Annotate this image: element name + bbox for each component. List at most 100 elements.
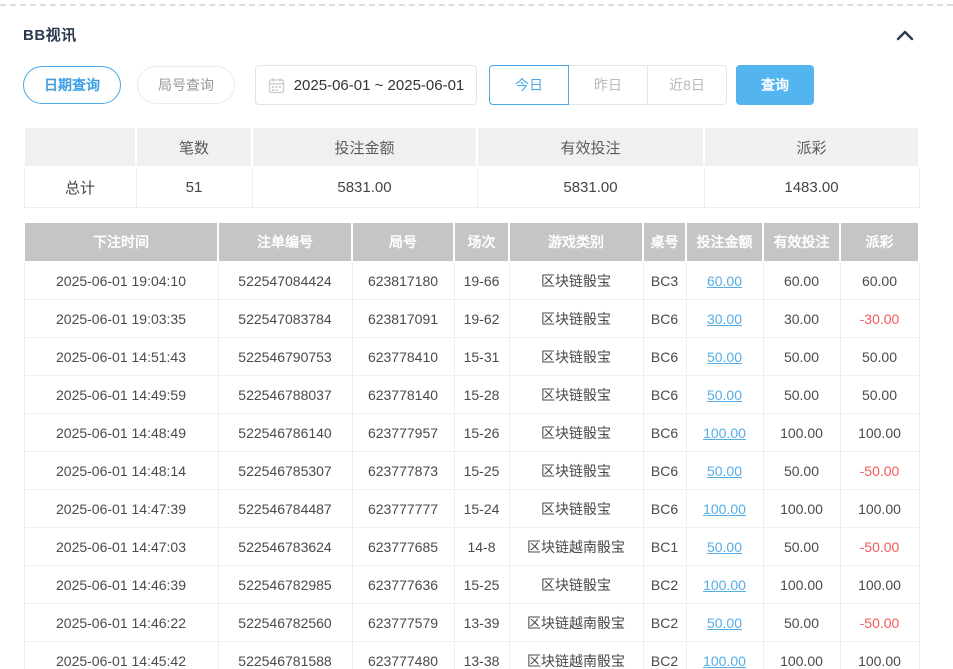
bet-amount-link[interactable]: 60.00 — [707, 273, 742, 289]
summary-header-payout: 派彩 — [704, 127, 919, 167]
bet-amount-cell[interactable]: 60.00 — [686, 262, 763, 300]
session-cell: 19-62 — [454, 300, 509, 338]
valid-bet-cell: 30.00 — [763, 300, 840, 338]
round-id-cell: 623777636 — [352, 566, 454, 604]
col-bet-amount: 投注金额 — [686, 222, 763, 262]
round-query-tab[interactable]: 局号查询 — [137, 66, 235, 104]
bet-amount-cell[interactable]: 50.00 — [686, 338, 763, 376]
table-row: 2025-06-01 14:45:42522546781588623777480… — [24, 642, 919, 669]
valid-bet-cell: 100.00 — [763, 490, 840, 528]
table-row: 2025-06-01 19:03:35522547083784623817091… — [24, 300, 919, 338]
bet-id-cell: 522546786140 — [218, 414, 352, 452]
session-cell: 13-39 — [454, 604, 509, 642]
table-row: 2025-06-01 14:46:22522546782560623777579… — [24, 604, 919, 642]
bet-time-cell: 2025-06-01 14:48:14 — [24, 452, 218, 490]
records-table: 下注时间 注单编号 局号 场次 游戏类别 桌号 投注金额 有效投注 派彩 202… — [23, 221, 920, 669]
bet-amount-cell[interactable]: 100.00 — [686, 566, 763, 604]
date-query-tab[interactable]: 日期查询 — [23, 66, 121, 104]
valid-bet-cell: 100.00 — [763, 566, 840, 604]
bet-time-cell: 2025-06-01 19:04:10 — [24, 262, 218, 300]
game-type-cell: 区块链骰宝 — [509, 490, 643, 528]
game-type-cell: 区块链骰宝 — [509, 414, 643, 452]
game-type-cell: 区块链骰宝 — [509, 376, 643, 414]
quick-range-yesterday[interactable]: 昨日 — [568, 65, 648, 105]
bet-amount-link[interactable]: 50.00 — [707, 539, 742, 555]
session-cell: 15-31 — [454, 338, 509, 376]
valid-bet-cell: 50.00 — [763, 376, 840, 414]
search-button[interactable]: 查询 — [736, 65, 814, 105]
bet-id-cell: 522546781588 — [218, 642, 352, 669]
bet-id-cell: 522546782985 — [218, 566, 352, 604]
payout-cell: 60.00 — [840, 262, 919, 300]
bet-amount-cell[interactable]: 30.00 — [686, 300, 763, 338]
game-type-cell: 区块链越南骰宝 — [509, 642, 643, 669]
calendar-icon — [268, 77, 285, 94]
bet-amount-link[interactable]: 100.00 — [703, 425, 746, 441]
table-no-cell: BC2 — [643, 566, 686, 604]
table-no-cell: BC6 — [643, 452, 686, 490]
bet-amount-cell[interactable]: 100.00 — [686, 642, 763, 669]
bet-amount-link[interactable]: 100.00 — [703, 577, 746, 593]
payout-cell: 100.00 — [840, 414, 919, 452]
valid-bet-cell: 50.00 — [763, 604, 840, 642]
bet-amount-link[interactable]: 50.00 — [707, 349, 742, 365]
col-payout: 派彩 — [840, 222, 919, 262]
bet-amount-cell[interactable]: 100.00 — [686, 490, 763, 528]
date-range-input[interactable]: 2025-06-01 ~ 2025-06-01 — [255, 65, 477, 105]
bet-amount-link[interactable]: 100.00 — [703, 653, 746, 669]
game-type-cell: 区块链越南骰宝 — [509, 604, 643, 642]
bet-id-cell: 522546783624 — [218, 528, 352, 566]
chevron-up-icon — [895, 28, 915, 42]
collapse-panel-button[interactable] — [892, 25, 918, 45]
round-id-cell: 623817091 — [352, 300, 454, 338]
session-cell: 15-24 — [454, 490, 509, 528]
table-row: 2025-06-01 14:46:39522546782985623777636… — [24, 566, 919, 604]
bet-time-cell: 2025-06-01 14:46:39 — [24, 566, 218, 604]
game-type-cell: 区块链骰宝 — [509, 338, 643, 376]
summary-bet-amount-value: 5831.00 — [252, 167, 477, 207]
bet-amount-cell[interactable]: 50.00 — [686, 376, 763, 414]
bet-time-cell: 2025-06-01 14:46:22 — [24, 604, 218, 642]
payout-cell: 100.00 — [840, 490, 919, 528]
valid-bet-cell: 100.00 — [763, 642, 840, 669]
table-row: 2025-06-01 14:47:39522546784487623777777… — [24, 490, 919, 528]
round-id-cell: 623777480 — [352, 642, 454, 669]
bet-amount-cell[interactable]: 50.00 — [686, 528, 763, 566]
bet-amount-cell[interactable]: 100.00 — [686, 414, 763, 452]
bet-amount-cell[interactable]: 50.00 — [686, 452, 763, 490]
bet-amount-link[interactable]: 30.00 — [707, 311, 742, 327]
bet-amount-link[interactable]: 100.00 — [703, 501, 746, 517]
bet-time-cell: 2025-06-01 19:03:35 — [24, 300, 218, 338]
session-cell: 15-25 — [454, 452, 509, 490]
valid-bet-cell: 50.00 — [763, 452, 840, 490]
bet-amount-cell[interactable]: 50.00 — [686, 604, 763, 642]
col-session: 场次 — [454, 222, 509, 262]
game-type-cell: 区块链骰宝 — [509, 262, 643, 300]
table-row: 2025-06-01 14:48:14522546785307623777873… — [24, 452, 919, 490]
bet-amount-link[interactable]: 50.00 — [707, 615, 742, 631]
valid-bet-cell: 100.00 — [763, 414, 840, 452]
bet-amount-link[interactable]: 50.00 — [707, 387, 742, 403]
round-id-cell: 623778140 — [352, 376, 454, 414]
valid-bet-cell: 50.00 — [763, 528, 840, 566]
payout-cell: -50.00 — [840, 452, 919, 490]
table-row: 2025-06-01 14:47:03522546783624623777685… — [24, 528, 919, 566]
bet-id-cell: 522547083784 — [218, 300, 352, 338]
bet-amount-link[interactable]: 50.00 — [707, 463, 742, 479]
quick-range-last8days[interactable]: 近8日 — [647, 65, 727, 105]
summary-total-row: 总计 51 5831.00 5831.00 1483.00 — [24, 167, 919, 207]
col-table-no: 桌号 — [643, 222, 686, 262]
round-id-cell: 623778410 — [352, 338, 454, 376]
table-no-cell: BC2 — [643, 604, 686, 642]
bet-time-cell: 2025-06-01 14:51:43 — [24, 338, 218, 376]
bet-time-cell: 2025-06-01 14:47:03 — [24, 528, 218, 566]
valid-bet-cell: 60.00 — [763, 262, 840, 300]
table-no-cell: BC1 — [643, 528, 686, 566]
table-row: 2025-06-01 19:04:10522547084424623817180… — [24, 262, 919, 300]
payout-cell: 100.00 — [840, 566, 919, 604]
table-no-cell: BC6 — [643, 338, 686, 376]
session-cell: 15-28 — [454, 376, 509, 414]
quick-range-today[interactable]: 今日 — [489, 65, 569, 105]
payout-cell: -50.00 — [840, 528, 919, 566]
table-row: 2025-06-01 14:48:49522546786140623777957… — [24, 414, 919, 452]
